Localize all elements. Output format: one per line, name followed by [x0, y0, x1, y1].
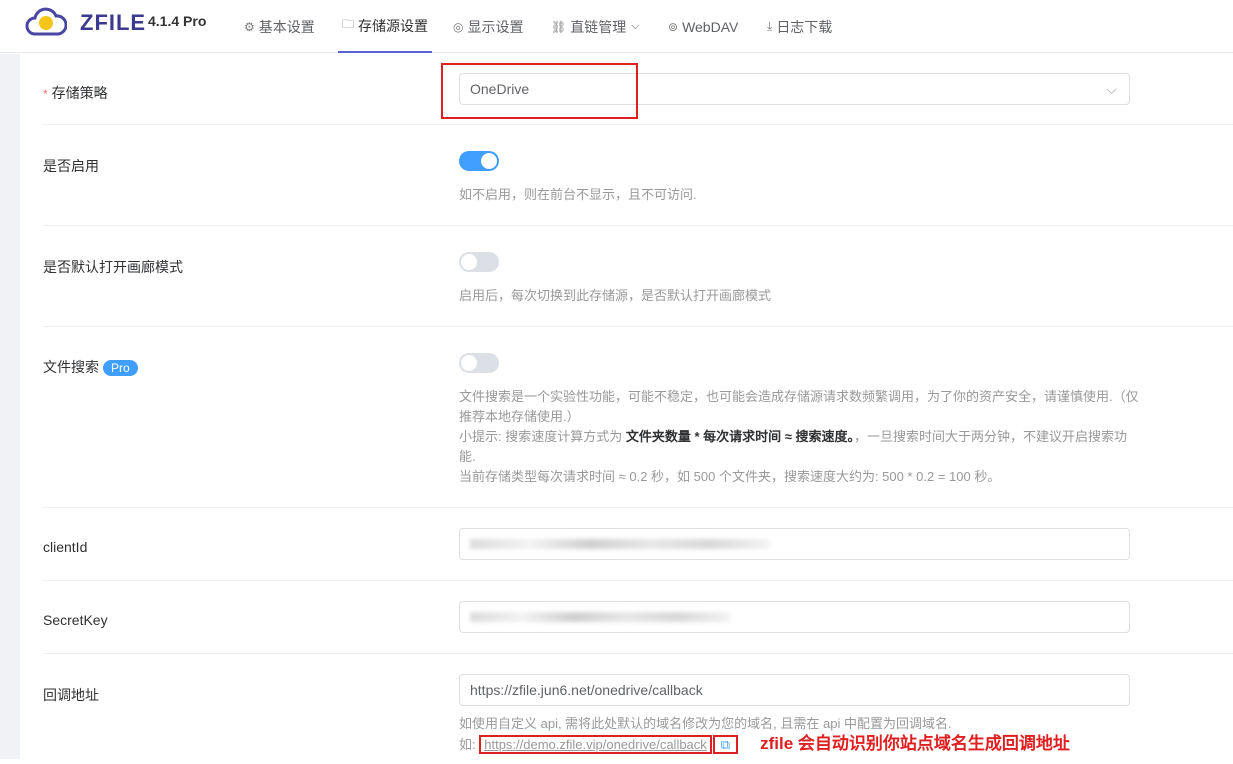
left-gutter — [0, 54, 20, 759]
folder-icon: 🗀 — [342, 17, 355, 31]
tab-direct-link[interactable]: ⛓ 直链管理 ⌵ — [551, 0, 640, 53]
tab-storage-settings[interactable]: 🗀 存储源设置 — [338, 0, 433, 53]
clientid-label: clientId — [43, 539, 88, 555]
callback-input[interactable]: https://zfile.jun6.net/onedrive/callback — [459, 674, 1130, 706]
tab-log-download[interactable]: ⤓ 日志下载 — [767, 0, 832, 53]
form-row-storage: * 存储策略 OneDrive ⌵ — [43, 54, 1233, 125]
enable-switch[interactable] — [459, 151, 499, 171]
clientid-input[interactable] — [459, 528, 1130, 560]
pro-badge: Pro — [103, 360, 138, 376]
form-row-callback: 回调地址 https://zfile.jun6.net/onedrive/cal… — [43, 654, 1233, 764]
search-switch[interactable] — [459, 353, 499, 373]
version: 4.1.4 Pro — [148, 13, 207, 29]
callback-label: 回调地址 — [43, 687, 99, 703]
tab-basic-settings[interactable]: ⚙ 基本设置 — [244, 0, 315, 53]
storage-label: 存储策略 — [51, 85, 108, 101]
annotation-text: zfile 会自动识别你站点域名生成回调地址 — [760, 734, 1070, 753]
copy-icon[interactable]: ⧉ — [712, 735, 739, 754]
search-label: 文件搜索 — [43, 359, 99, 375]
annotation-box — [441, 63, 638, 119]
eye-icon: ◎ — [453, 19, 464, 34]
chevron-down-icon: ⌵ — [631, 20, 640, 32]
download-icon: ⤓ — [767, 19, 773, 33]
tab-display-settings[interactable]: ◎ 显示设置 — [453, 0, 523, 53]
chevron-down-icon: ⌵ — [1106, 81, 1117, 97]
tab-webdav[interactable]: ⊚ WebDAV — [668, 0, 738, 53]
secretkey-label: SecretKey — [43, 612, 108, 628]
gear-icon: ⚙ — [244, 19, 255, 34]
gallery-switch[interactable] — [459, 252, 499, 272]
top-nav: ZFILE 4.1.4 Pro ⚙ 基本设置 🗀 存储源设置 ◎ 显示设置 ⛓ 直链管理… — [0, 0, 1233, 53]
form-row-secretkey: SecretKey — [43, 581, 1233, 654]
secretkey-input[interactable] — [459, 601, 1130, 633]
webdav-icon: ⊚ — [668, 19, 679, 34]
form-row-clientid: clientId — [43, 508, 1233, 581]
enable-label: 是否启用 — [43, 158, 99, 174]
gallery-label: 是否默认打开画廊模式 — [43, 259, 183, 275]
example-callback-link[interactable]: https://demo.zfile.vip/onedrive/callback — [479, 735, 712, 754]
link-icon: ⛓ — [551, 19, 567, 34]
form-row-search: 文件搜索 Pro 文件搜索是一个实验性功能，可能不稳定，也可能会造成存储源请求数频… — [43, 327, 1233, 508]
form-row-gallery: 是否默认打开画廊模式 启用后，每次切换到此存储源，是否默认打开画廊模式 — [43, 226, 1233, 327]
form-row-enable: 是否启用 如不启用，则在前台不显示，且不可访问. — [43, 125, 1233, 226]
zfile-logo-icon — [25, 7, 67, 36]
brand-name: ZFILE — [80, 10, 147, 35]
